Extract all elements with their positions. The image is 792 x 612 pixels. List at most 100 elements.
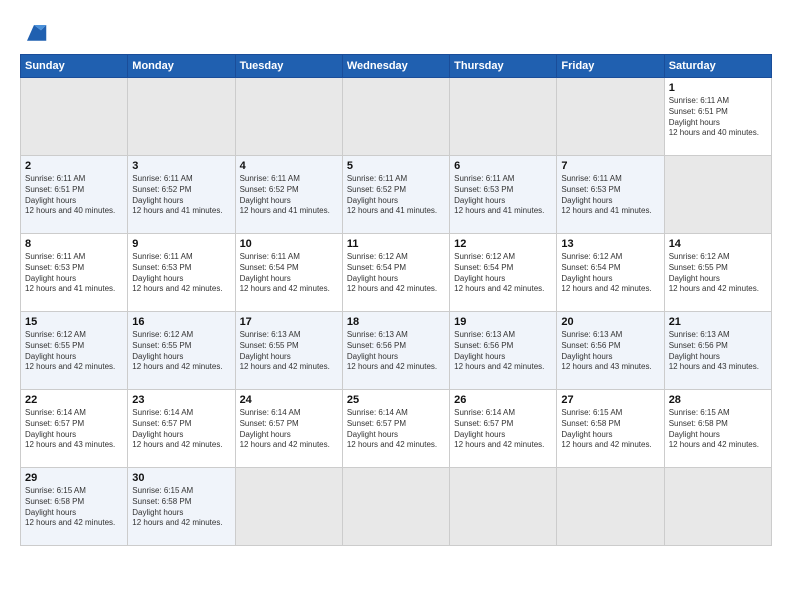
cell-info: Sunrise: 6:14 AMSunset: 6:57 PMDaylight … bbox=[25, 408, 123, 451]
day-number: 3 bbox=[132, 160, 230, 172]
cell-info: Sunrise: 6:14 AMSunset: 6:57 PMDaylight … bbox=[240, 408, 338, 451]
calendar-cell: 1 Sunrise: 6:11 AMSunset: 6:51 PMDaylight… bbox=[664, 78, 771, 156]
day-number: 2 bbox=[25, 160, 123, 172]
cell-info: Sunrise: 6:11 AMSunset: 6:53 PMDaylight … bbox=[132, 252, 230, 295]
calendar-cell: 3 Sunrise: 6:11 AMSunset: 6:52 PMDaylight… bbox=[128, 156, 235, 234]
calendar-cell: 14 Sunrise: 6:12 AMSunset: 6:55 PMDayligh… bbox=[664, 234, 771, 312]
cell-info: Sunrise: 6:15 AMSunset: 6:58 PMDaylight … bbox=[132, 486, 230, 529]
week-row-5: 29 Sunrise: 6:15 AMSunset: 6:58 PMDayligh… bbox=[21, 468, 772, 546]
calendar-cell: 29 Sunrise: 6:15 AMSunset: 6:58 PMDayligh… bbox=[21, 468, 128, 546]
cell-info: Sunrise: 6:13 AMSunset: 6:56 PMDaylight … bbox=[561, 330, 659, 373]
week-row-4: 22 Sunrise: 6:14 AMSunset: 6:57 PMDayligh… bbox=[21, 390, 772, 468]
calendar-cell bbox=[342, 468, 449, 546]
cell-info: Sunrise: 6:14 AMSunset: 6:57 PMDaylight … bbox=[454, 408, 552, 451]
cell-info: Sunrise: 6:15 AMSunset: 6:58 PMDaylight … bbox=[669, 408, 767, 451]
cell-info: Sunrise: 6:11 AMSunset: 6:51 PMDaylight … bbox=[669, 96, 767, 139]
cell-info: Sunrise: 6:13 AMSunset: 6:55 PMDaylight … bbox=[240, 330, 338, 373]
cell-info: Sunrise: 6:11 AMSunset: 6:53 PMDaylight … bbox=[25, 252, 123, 295]
cell-info: Sunrise: 6:13 AMSunset: 6:56 PMDaylight … bbox=[454, 330, 552, 373]
day-number: 17 bbox=[240, 316, 338, 328]
calendar-cell: 17 Sunrise: 6:13 AMSunset: 6:55 PMDayligh… bbox=[235, 312, 342, 390]
cell-info: Sunrise: 6:15 AMSunset: 6:58 PMDaylight … bbox=[25, 486, 123, 529]
week-row-0: 1 Sunrise: 6:11 AMSunset: 6:51 PMDaylight… bbox=[21, 78, 772, 156]
calendar-cell: 2 Sunrise: 6:11 AMSunset: 6:51 PMDaylight… bbox=[21, 156, 128, 234]
calendar-cell: 12Sunrise: 6:12 AMSunset: 6:54 PMDayligh… bbox=[450, 234, 557, 312]
calendar-cell bbox=[557, 78, 664, 156]
day-number: 28 bbox=[669, 394, 767, 406]
day-number: 27 bbox=[561, 394, 659, 406]
header-row: SundayMondayTuesdayWednesdayThursdayFrid… bbox=[21, 55, 772, 78]
day-number: 14 bbox=[669, 238, 767, 250]
cell-info: Sunrise: 6:11 AMSunset: 6:52 PMDaylight … bbox=[240, 174, 338, 217]
cell-info: Sunrise: 6:12 AMSunset: 6:55 PMDaylight … bbox=[25, 330, 123, 373]
cell-info: Sunrise: 6:13 AMSunset: 6:56 PMDaylight … bbox=[669, 330, 767, 373]
calendar-cell bbox=[128, 78, 235, 156]
cell-info: Sunrise: 6:13 AMSunset: 6:56 PMDaylight … bbox=[347, 330, 445, 373]
cell-info: Sunrise: 6:12 AMSunset: 6:54 PMDaylight … bbox=[347, 252, 445, 295]
calendar-cell: 6 Sunrise: 6:11 AMSunset: 6:53 PMDaylight… bbox=[450, 156, 557, 234]
day-number: 15 bbox=[25, 316, 123, 328]
week-row-2: 8 Sunrise: 6:11 AMSunset: 6:53 PMDaylight… bbox=[21, 234, 772, 312]
day-number: 26 bbox=[454, 394, 552, 406]
cell-info: Sunrise: 6:14 AMSunset: 6:57 PMDaylight … bbox=[132, 408, 230, 451]
calendar-cell: 25Sunrise: 6:14 AMSunset: 6:57 PMDayligh… bbox=[342, 390, 449, 468]
day-number: 21 bbox=[669, 316, 767, 328]
day-number: 22 bbox=[25, 394, 123, 406]
calendar-cell bbox=[235, 468, 342, 546]
day-number: 6 bbox=[454, 160, 552, 172]
calendar-cell: 15 Sunrise: 6:12 AMSunset: 6:55 PMDayligh… bbox=[21, 312, 128, 390]
calendar-cell bbox=[450, 78, 557, 156]
day-number: 24 bbox=[240, 394, 338, 406]
cell-info: Sunrise: 6:11 AMSunset: 6:51 PMDaylight … bbox=[25, 174, 123, 217]
day-number: 19 bbox=[454, 316, 552, 328]
day-number: 12 bbox=[454, 238, 552, 250]
calendar-cell: 18Sunrise: 6:13 AMSunset: 6:56 PMDayligh… bbox=[342, 312, 449, 390]
calendar-cell: 20 Sunrise: 6:13 AMSunset: 6:56 PMDayligh… bbox=[557, 312, 664, 390]
day-number: 10 bbox=[240, 238, 338, 250]
day-number: 16 bbox=[132, 316, 230, 328]
calendar-cell: 13Sunrise: 6:12 AMSunset: 6:54 PMDayligh… bbox=[557, 234, 664, 312]
calendar-cell: 26 Sunrise: 6:14 AMSunset: 6:57 PMDayligh… bbox=[450, 390, 557, 468]
calendar-cell: 30Sunrise: 6:15 AMSunset: 6:58 PMDayligh… bbox=[128, 468, 235, 546]
col-monday: Monday bbox=[128, 55, 235, 78]
calendar-cell bbox=[21, 78, 128, 156]
calendar-cell bbox=[235, 78, 342, 156]
calendar-cell: 7 Sunrise: 6:11 AMSunset: 6:53 PMDaylight… bbox=[557, 156, 664, 234]
calendar-cell: 8 Sunrise: 6:11 AMSunset: 6:53 PMDaylight… bbox=[21, 234, 128, 312]
cell-info: Sunrise: 6:11 AMSunset: 6:52 PMDaylight … bbox=[132, 174, 230, 217]
cell-info: Sunrise: 6:11 AMSunset: 6:53 PMDaylight … bbox=[561, 174, 659, 217]
col-wednesday: Wednesday bbox=[342, 55, 449, 78]
day-number: 29 bbox=[25, 472, 123, 484]
calendar-cell: 27 Sunrise: 6:15 AMSunset: 6:58 PMDayligh… bbox=[557, 390, 664, 468]
header bbox=[20, 18, 772, 46]
calendar-cell: 10Sunrise: 6:11 AMSunset: 6:54 PMDayligh… bbox=[235, 234, 342, 312]
cell-info: Sunrise: 6:12 AMSunset: 6:55 PMDaylight … bbox=[669, 252, 767, 295]
col-saturday: Saturday bbox=[664, 55, 771, 78]
calendar-table: SundayMondayTuesdayWednesdayThursdayFrid… bbox=[20, 54, 772, 546]
calendar-cell: 5Sunrise: 6:11 AMSunset: 6:52 PMDaylight… bbox=[342, 156, 449, 234]
calendar-cell bbox=[557, 468, 664, 546]
day-number: 7 bbox=[561, 160, 659, 172]
cell-info: Sunrise: 6:12 AMSunset: 6:54 PMDaylight … bbox=[561, 252, 659, 295]
day-number: 8 bbox=[25, 238, 123, 250]
calendar-cell bbox=[664, 468, 771, 546]
day-number: 20 bbox=[561, 316, 659, 328]
cell-info: Sunrise: 6:11 AMSunset: 6:53 PMDaylight … bbox=[454, 174, 552, 217]
calendar-cell: 11Sunrise: 6:12 AMSunset: 6:54 PMDayligh… bbox=[342, 234, 449, 312]
day-number: 1 bbox=[669, 82, 767, 94]
day-number: 9 bbox=[132, 238, 230, 250]
week-row-1: 2 Sunrise: 6:11 AMSunset: 6:51 PMDaylight… bbox=[21, 156, 772, 234]
page: SundayMondayTuesdayWednesdayThursdayFrid… bbox=[0, 0, 792, 612]
day-number: 23 bbox=[132, 394, 230, 406]
col-tuesday: Tuesday bbox=[235, 55, 342, 78]
col-sunday: Sunday bbox=[21, 55, 128, 78]
calendar-cell: 22 Sunrise: 6:14 AMSunset: 6:57 PMDayligh… bbox=[21, 390, 128, 468]
calendar-cell: 9 Sunrise: 6:11 AMSunset: 6:53 PMDaylight… bbox=[128, 234, 235, 312]
cell-info: Sunrise: 6:15 AMSunset: 6:58 PMDaylight … bbox=[561, 408, 659, 451]
logo-icon bbox=[20, 18, 48, 46]
calendar-cell bbox=[342, 78, 449, 156]
day-number: 4 bbox=[240, 160, 338, 172]
calendar-cell: 19 Sunrise: 6:13 AMSunset: 6:56 PMDayligh… bbox=[450, 312, 557, 390]
calendar-cell: 24 Sunrise: 6:14 AMSunset: 6:57 PMDayligh… bbox=[235, 390, 342, 468]
calendar-cell: 23 Sunrise: 6:14 AMSunset: 6:57 PMDayligh… bbox=[128, 390, 235, 468]
